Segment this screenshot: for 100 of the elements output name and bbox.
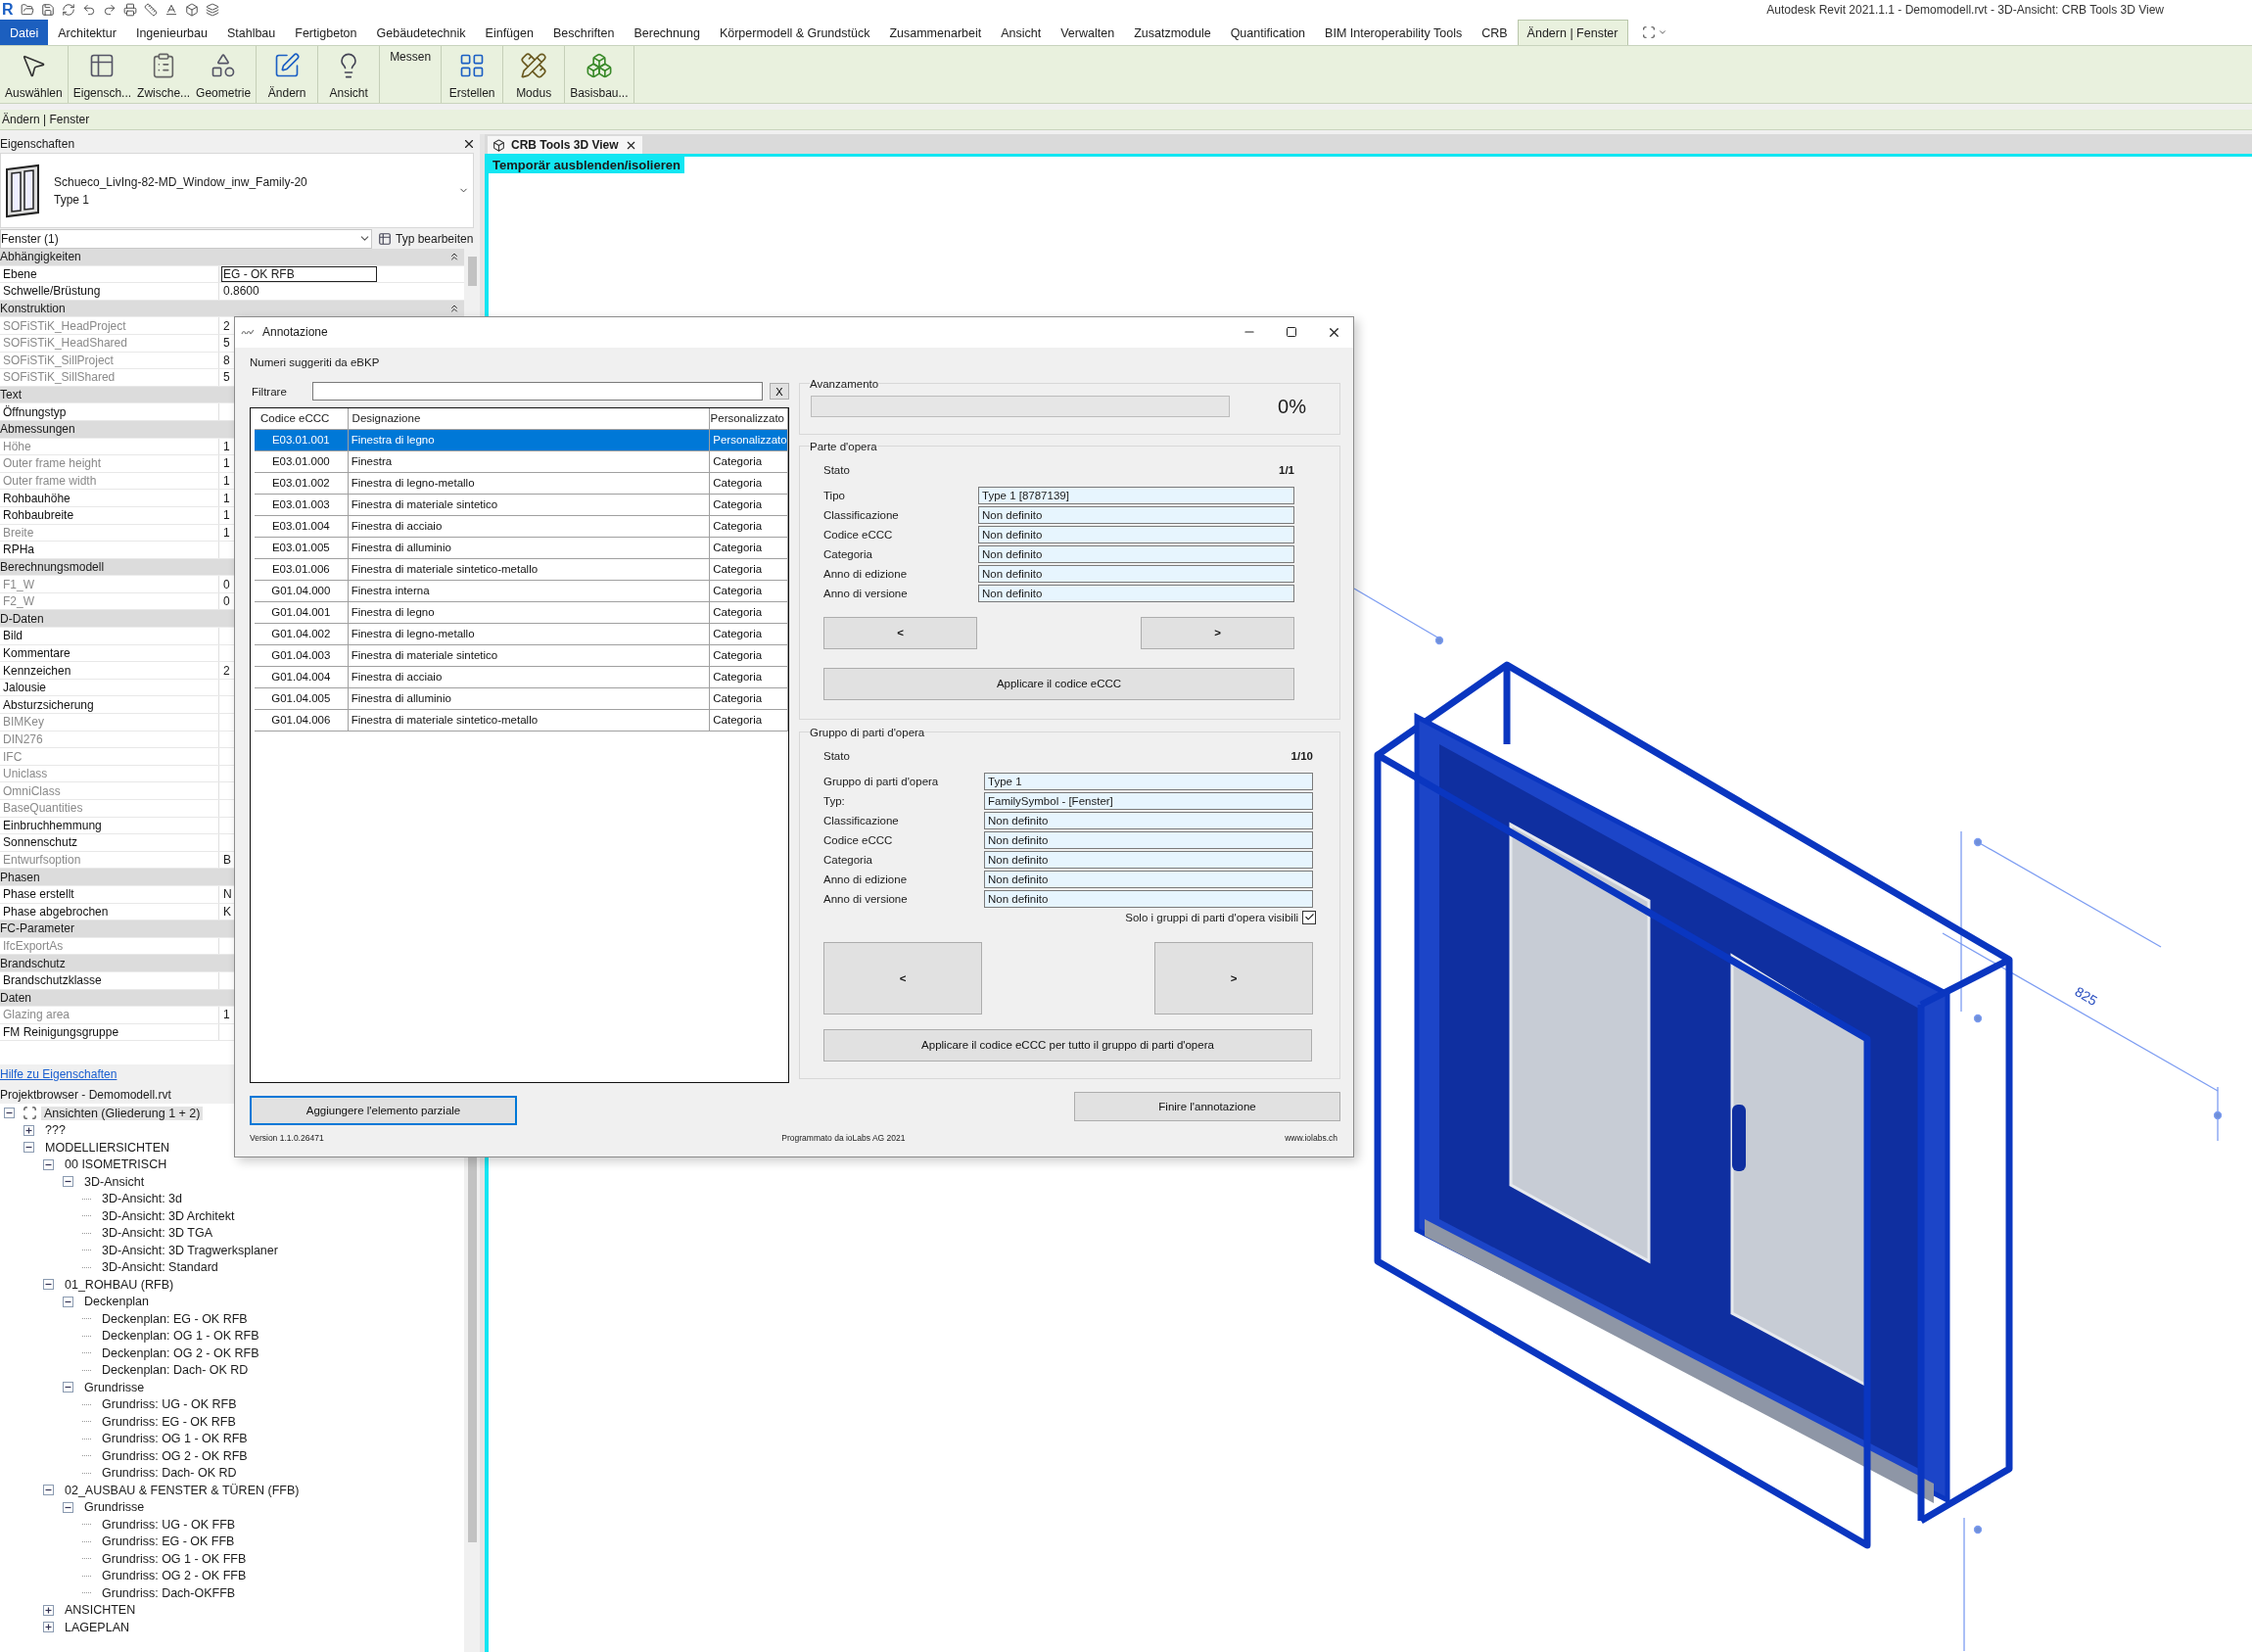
undo-icon[interactable] (81, 3, 96, 17)
ribbon-tab[interactable]: BIM Interoperability Tools (1315, 20, 1473, 45)
add-button[interactable]: Aggiungere l'elemento parziale (250, 1095, 517, 1125)
tree-item[interactable]: Deckenplan: OG 1 - OK RFB (99, 1329, 262, 1344)
tree-item[interactable]: 02_AUSBAU & FENSTER & TÜREN (FFB) (62, 1483, 303, 1497)
table-row[interactable]: G01.04.002 Finestra di legno-metallo Categoria (255, 623, 788, 645)
value-field[interactable]: Non definito (978, 505, 1294, 524)
value-field[interactable]: Non definito (984, 870, 1313, 888)
ribbon-tab[interactable]: Fertigbeton (285, 20, 367, 45)
value-field[interactable]: Type 1 [8787139] (978, 486, 1294, 504)
collapse-toggle[interactable] (63, 1296, 73, 1307)
finish-button[interactable]: Finire l'annotazione (1074, 1091, 1340, 1121)
tree-item[interactable]: 00 ISOMETRISCH (62, 1157, 170, 1172)
tree-item[interactable]: Deckenplan: OG 2 - OK RFB (99, 1345, 262, 1360)
property-value[interactable]: 1 (221, 506, 231, 524)
folder-icon[interactable] (20, 3, 34, 17)
tree-item[interactable]: Deckenplan: EG - OK RFB (99, 1311, 251, 1326)
table-row[interactable]: E03.01.005 Finestra di alluminio Categoria (255, 537, 788, 559)
tree-item[interactable]: Grundriss: OG 1 - OK FFB (99, 1551, 250, 1566)
value-field[interactable]: Non definito (984, 811, 1313, 829)
collapse-toggle[interactable] (43, 1158, 54, 1170)
ribbon-button[interactable]: Eigensch... (70, 46, 135, 103)
ribbon-button[interactable]: Erstellen (444, 46, 501, 103)
ribbon-tab[interactable]: Zusammenarbeit (879, 20, 992, 45)
filter-field[interactable] (312, 382, 763, 401)
ribbon-tab[interactable]: Körpermodell & Grundstück (709, 20, 880, 45)
expand-toggle[interactable] (43, 1622, 54, 1633)
table-row[interactable]: G01.04.000 Finestra interna Categoria (255, 580, 788, 602)
tree-item[interactable]: Grundriss: Dach-OKFFB (99, 1585, 239, 1600)
tree-item[interactable]: Grundriss: Dach- OK RD (99, 1466, 240, 1481)
column-header[interactable]: Designazione (348, 407, 710, 429)
ribbon-button[interactable]: Geometrie (193, 46, 255, 103)
tree-item[interactable]: 3D-Ansicht: 3D Tragwerksplaner (99, 1243, 281, 1257)
table-row[interactable]: G01.04.003 Finestra di materiale sintetico Categoria (255, 644, 788, 667)
ribbon-tab[interactable]: Stahlbau (216, 20, 286, 45)
value-field[interactable]: FamilySymbol - [Fenster] (984, 791, 1313, 810)
table-row[interactable]: E03.01.000 Finestra Categoria (255, 450, 788, 473)
tree-item[interactable]: LAGEPLAN (62, 1620, 132, 1634)
ribbon-tab[interactable]: Ändern | Fenster (1517, 20, 1628, 45)
ribbon-tab[interactable]: Gebäudetechnik (366, 20, 476, 45)
collapse-toggle[interactable] (43, 1279, 54, 1291)
maximize-icon[interactable] (1286, 326, 1297, 339)
ribbon-tab[interactable]: Ansicht (991, 20, 1052, 45)
property-value[interactable]: K (221, 903, 232, 920)
table-row[interactable]: E03.01.006 Finestra di materiale sintetico-metallo Categoria (255, 558, 788, 581)
value-field[interactable]: Non definito (978, 584, 1294, 602)
caret-icon[interactable] (1657, 27, 1667, 37)
collapse-toggle[interactable] (4, 1108, 15, 1119)
tree-item[interactable]: Grundriss: UG - OK RFB (99, 1397, 240, 1412)
ribbon-tab[interactable]: Ingenieurbau (125, 20, 217, 45)
ribbon-tab[interactable]: Architektur (48, 20, 126, 45)
layers-icon[interactable] (205, 3, 219, 17)
collapse-toggle[interactable] (23, 1142, 34, 1154)
tree-item[interactable]: Deckenplan (81, 1295, 152, 1309)
next-button[interactable]: > (1154, 941, 1313, 1015)
value-field[interactable]: Type 1 (984, 772, 1313, 790)
ruler-icon[interactable] (143, 3, 158, 17)
value-field[interactable]: Non definito (984, 889, 1313, 908)
save-icon[interactable] (40, 3, 55, 17)
ribbon-button[interactable]: Basisbau... (567, 46, 632, 103)
tree-item[interactable]: Grundriss: OG 2 - OK FFB (99, 1569, 250, 1583)
tree-item[interactable]: Deckenplan: Dach- OK RD (99, 1363, 252, 1378)
property-value[interactable]: 0.8600 (221, 283, 260, 300)
tree-item[interactable]: 3D-Ansicht: Standard (99, 1260, 221, 1275)
next-button[interactable]: > (1141, 616, 1294, 649)
property-value[interactable]: N (221, 885, 233, 903)
ribbon-button[interactable]: Messen (382, 46, 440, 103)
collapse-toggle[interactable] (63, 1501, 73, 1513)
ribbon-button[interactable]: Auswählen (2, 46, 66, 103)
file-menu[interactable]: Datei (0, 20, 49, 45)
text-icon[interactable] (164, 3, 178, 17)
table-row[interactable]: G01.04.001 Finestra di legno Categoria (255, 601, 788, 624)
ribbon-tab[interactable]: Zusatzmodule (1124, 20, 1221, 45)
ribbon-button[interactable]: Modus (505, 46, 563, 103)
tree-item[interactable]: 3D-Ansicht: 3D TGA (99, 1226, 215, 1241)
apply-button[interactable]: Applicare il codice eCCC (823, 667, 1294, 700)
previous-button[interactable]: < (823, 616, 977, 649)
tree-item[interactable]: 3D-Ansicht (81, 1174, 148, 1189)
tree-item[interactable]: 01_ROHBAU (RFB) (62, 1277, 177, 1292)
value-field[interactable]: Non definito (978, 544, 1294, 563)
expand-toggle[interactable] (23, 1124, 34, 1136)
print-icon[interactable] (122, 3, 137, 17)
tree-item[interactable]: Grundrisse (81, 1500, 148, 1515)
app-logo[interactable]: R (2, 1, 14, 19)
view-icon[interactable] (1641, 25, 1656, 39)
tree-item[interactable]: Ansichten (Gliederung 1 + 2) (41, 1106, 204, 1120)
table-row[interactable]: E03.01.003 Finestra di materiale sintetico Categoria (255, 494, 788, 516)
instance-filter[interactable]: Fenster (1) (0, 228, 372, 249)
value-field[interactable]: Non definito (984, 830, 1313, 849)
clear-button[interactable]: X (770, 383, 789, 401)
table-row[interactable]: E03.01.002 Finestra di legno-metallo Categoria (255, 472, 788, 495)
checkbox[interactable] (1302, 910, 1316, 924)
collapse-toggle[interactable] (43, 1485, 54, 1496)
value-field[interactable]: Non definito (978, 564, 1294, 583)
value-field[interactable]: Non definito (978, 525, 1294, 543)
property-value[interactable]: EG - OK RFB (221, 265, 377, 283)
apply-all-button[interactable]: Applicare il codice eCCC per tutto il gruppo di parti d'opera (823, 1028, 1312, 1062)
view-tab[interactable]: CRB Tools 3D View (488, 136, 642, 154)
table-row[interactable]: E03.01.001 Finestra di legno Personalizzato (255, 429, 788, 451)
ribbon-tab[interactable]: Einfügen (475, 20, 543, 45)
